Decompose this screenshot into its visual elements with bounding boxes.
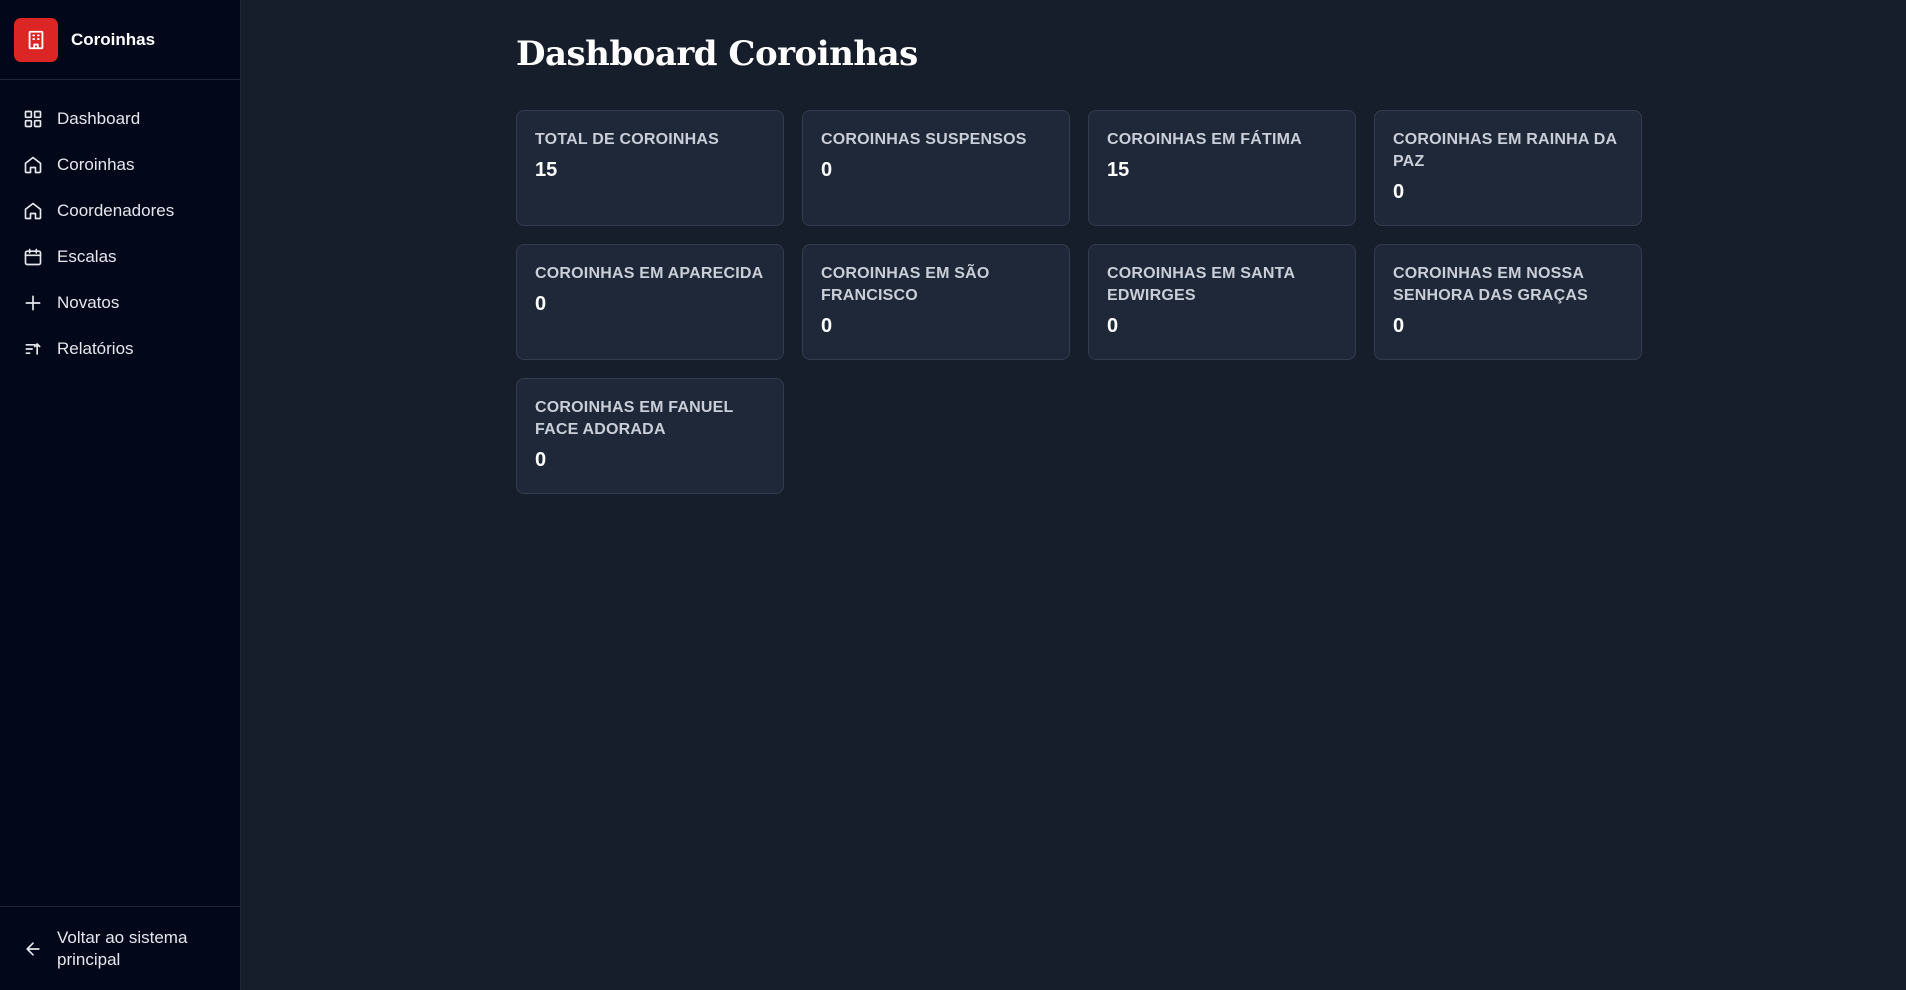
stat-card-label: Coroinhas em Santa Edwirges xyxy=(1107,265,1295,304)
calendar-icon xyxy=(22,246,44,268)
stat-card-sao-francisco: Coroinhas em São Francisco 0 xyxy=(802,244,1070,360)
stat-card-value: 0 xyxy=(1393,181,1405,203)
stat-card-value: 0 xyxy=(1393,315,1405,337)
stat-card-santa-edwirges: Coroinhas em Santa Edwirges 0 xyxy=(1088,244,1356,360)
sidebar-item-label: Relatórios xyxy=(57,339,134,358)
stat-card-fanuel-face-adorada: Coroinhas em Fanuel Face Adorada 0 xyxy=(516,378,784,494)
stat-card-value: 15 xyxy=(1107,159,1130,181)
sidebar-item-label: Novatos xyxy=(57,293,120,312)
plus-icon xyxy=(22,292,44,314)
building-icon xyxy=(14,17,58,62)
stat-card-label: Coroinhas em São Francisco xyxy=(821,265,990,304)
sidebar-item-label: Dashboard xyxy=(57,109,141,128)
stat-card-value: 0 xyxy=(821,159,833,181)
sidebar-item-dashboard[interactable]: Dashboard xyxy=(0,96,240,142)
sidebar-nav: Dashboard Coroinhas Coordenadores Escala… xyxy=(0,80,240,906)
stat-card-label: Coroinhas em Nossa Senhora das Graças xyxy=(1393,265,1589,304)
sidebar-item-label: Coordenadores xyxy=(57,201,175,220)
app: Coroinhas Dashboard Coroinhas Coordenado… xyxy=(0,0,1906,990)
sidebar-item-label: Coroinhas xyxy=(57,155,135,174)
page-title: Dashboard Coroinhas xyxy=(516,34,918,74)
stats-grid: Total de Coroinhas 15 Coroinhas Suspenso… xyxy=(516,110,1642,494)
stat-card-label: Coroinhas em Rainha da Paz xyxy=(1393,131,1617,170)
list-filter-icon xyxy=(22,338,44,360)
stat-card-rainha-da-paz: Coroinhas em Rainha da Paz 0 xyxy=(1374,110,1642,226)
sidebar-item-label: Escalas xyxy=(57,247,117,266)
stat-card-aparecida: Coroinhas em Aparecida 0 xyxy=(516,244,784,360)
grid-icon xyxy=(22,108,44,130)
brand-name: Coroinhas xyxy=(71,29,156,49)
stat-card-total: Total de Coroinhas 15 xyxy=(516,110,784,226)
sidebar: Coroinhas Dashboard Coroinhas Coordenado… xyxy=(0,0,241,990)
sidebar-item-relatorios[interactable]: Relatórios xyxy=(0,326,240,372)
stat-card-label: Coroinhas Suspensos xyxy=(821,131,1027,148)
stat-card-label: Coroinhas em Aparecida xyxy=(535,265,764,282)
stat-card-suspensos: Coroinhas Suspensos 0 xyxy=(802,110,1070,226)
home-icon xyxy=(22,200,44,222)
stat-card-value: 0 xyxy=(535,449,547,471)
stat-card-label: Coroinhas em Fanuel Face Adorada xyxy=(535,399,734,438)
stat-card-label: Total de Coroinhas xyxy=(535,131,720,148)
brand[interactable]: Coroinhas xyxy=(0,0,240,80)
sidebar-item-coroinhas[interactable]: Coroinhas xyxy=(0,142,240,188)
stat-card-label: Coroinhas em Fátima xyxy=(1107,131,1302,148)
home-icon xyxy=(22,154,44,176)
back-to-main-system-button[interactable]: Voltar ao sistema principal xyxy=(0,906,240,990)
stat-card-nossa-senhora-das-gracas: Coroinhas em Nossa Senhora das Graças 0 xyxy=(1374,244,1642,360)
stat-card-value: 0 xyxy=(1107,315,1119,337)
main-content: Dashboard Coroinhas Total de Coroinhas 1… xyxy=(241,0,1906,990)
stat-card-value: 15 xyxy=(535,159,558,181)
sidebar-item-novatos[interactable]: Novatos xyxy=(0,280,240,326)
sidebar-item-escalas[interactable]: Escalas xyxy=(0,234,240,280)
arrow-left-icon xyxy=(22,938,44,960)
stat-card-value: 0 xyxy=(821,315,833,337)
stat-card-fatima: Coroinhas em Fátima 15 xyxy=(1088,110,1356,226)
sidebar-item-coordenadores[interactable]: Coordenadores xyxy=(0,188,240,234)
back-to-main-system-label: Voltar ao sistema principal xyxy=(57,927,188,969)
stat-card-value: 0 xyxy=(535,293,547,315)
